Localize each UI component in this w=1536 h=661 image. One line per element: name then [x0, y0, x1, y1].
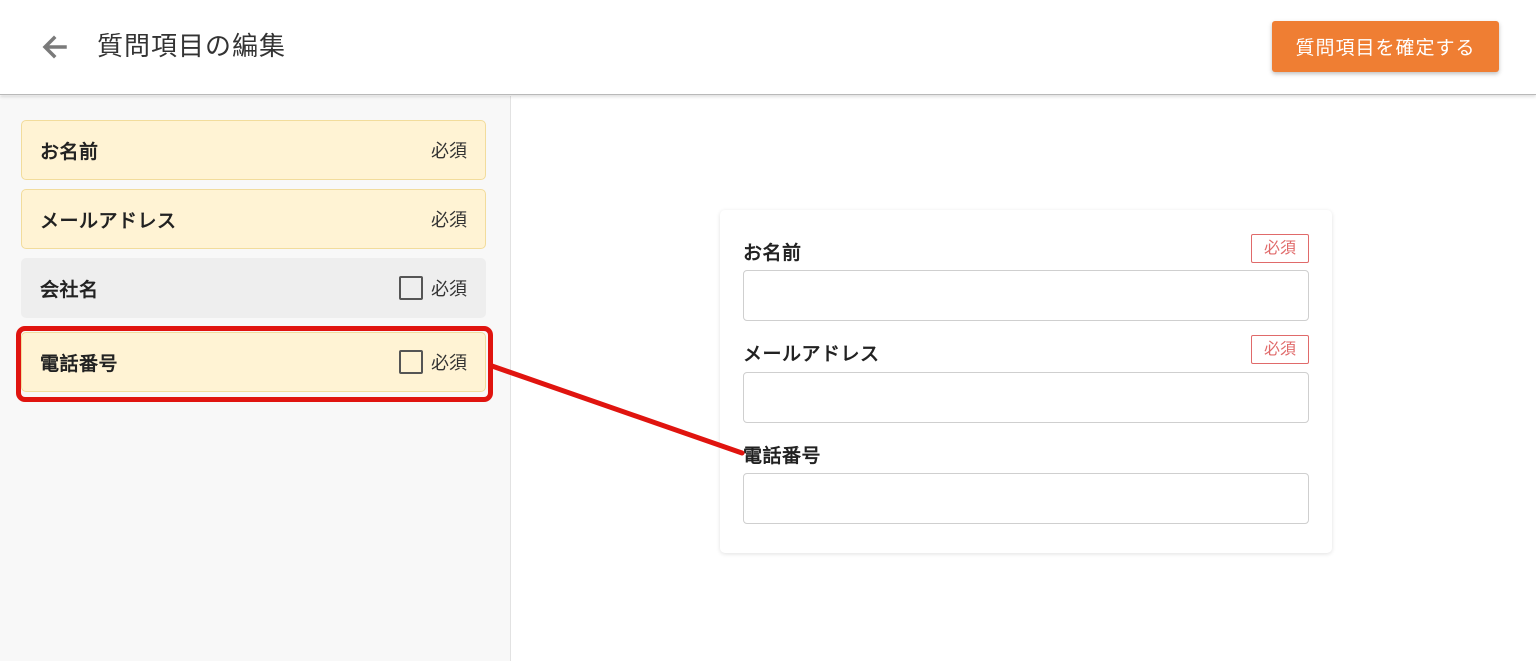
- question-item-email[interactable]: メールアドレス 必須: [21, 189, 486, 249]
- confirm-questions-button[interactable]: 質問項目を確定する: [1272, 21, 1499, 72]
- field-label-name: お名前: [743, 242, 802, 264]
- question-item-name[interactable]: お名前 必須: [21, 120, 486, 180]
- required-label: 必須: [431, 141, 467, 162]
- arrow-left-icon[interactable]: [38, 30, 72, 64]
- email-input[interactable]: [743, 372, 1309, 423]
- field-label-email: メールアドレス: [743, 343, 880, 365]
- required-label: 必須: [431, 353, 467, 374]
- app-header: 質問項目の編集 質問項目を確定する: [0, 0, 1536, 95]
- name-input[interactable]: [743, 270, 1309, 321]
- required-checkbox[interactable]: [399, 350, 423, 374]
- required-label: 必須: [431, 210, 467, 231]
- required-checkbox[interactable]: [399, 276, 423, 300]
- question-item-label: メールアドレス: [40, 209, 177, 232]
- question-item-label: お名前: [40, 140, 99, 163]
- question-item-phone[interactable]: 電話番号 必須: [21, 332, 486, 392]
- question-item-label: 電話番号: [40, 352, 119, 375]
- required-badge: 必須: [1251, 335, 1309, 364]
- question-item-company[interactable]: 会社名 必須: [21, 258, 486, 318]
- field-label-phone: 電話番号: [743, 445, 822, 467]
- question-list-sidebar: お名前 必須 メールアドレス 必須 会社名 必須 電話番号 必須: [0, 96, 511, 661]
- page-title: 質問項目の編集: [97, 32, 287, 62]
- question-item-label: 会社名: [40, 278, 99, 301]
- required-badge: 必須: [1251, 234, 1309, 263]
- form-preview-card: お名前 必須 メールアドレス 必須 電話番号: [720, 210, 1332, 553]
- required-label: 必須: [431, 279, 467, 300]
- phone-input[interactable]: [743, 473, 1309, 524]
